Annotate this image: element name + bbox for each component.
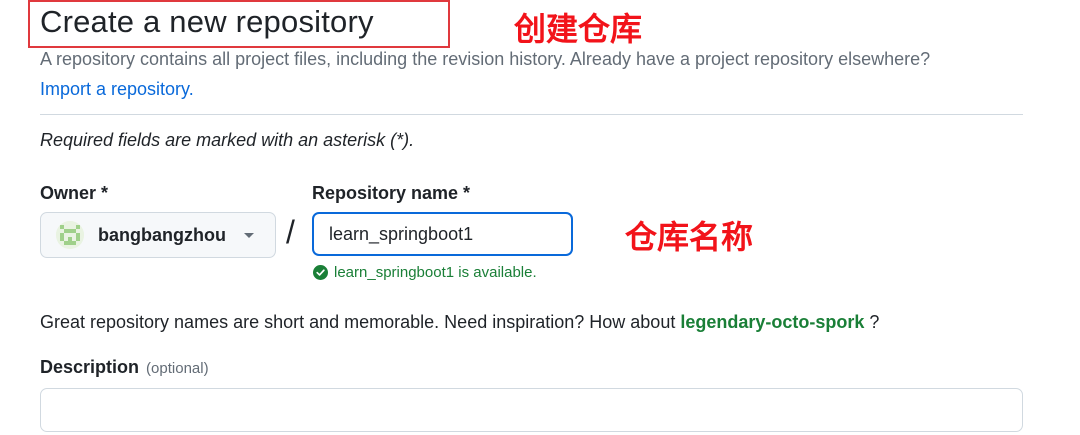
title-annotation: 创建仓库 [514,10,643,48]
intro-description: A repository contains all project files,… [40,49,931,69]
owner-repo-separator: / [286,214,295,250]
availability-status: learn_springboot1 is available. [313,264,537,281]
naming-hint-suffix: ? [869,312,880,332]
import-repository-link[interactable]: Import a repository. [40,79,194,100]
naming-hint-text: Great repository names are short and mem… [40,312,676,332]
repository-name-annotation: 仓库名称 [625,218,754,256]
check-circle-icon [313,265,328,280]
suggested-name-link[interactable]: legendary-octo-spork [680,312,864,332]
availability-text: learn_springboot1 is available. [334,264,537,281]
create-repository-page: Create a new repository 创建仓库 A repositor… [0,0,1080,435]
chevron-down-icon [243,232,254,238]
owner-label: Owner * [40,183,109,203]
required-fields-note: Required fields are marked with an aster… [40,130,415,150]
owner-selected-value: bangbangzhou [98,224,226,245]
description-label: Description [40,357,140,377]
avatar [56,221,84,249]
naming-hint: Great repository names are short and mem… [40,312,879,333]
repository-name-input[interactable] [312,212,573,256]
repository-name-label: Repository name * [312,183,471,203]
optional-tag: (optional) [146,360,209,377]
page-title: Create a new repository [40,4,374,39]
divider [40,114,1023,115]
owner-dropdown[interactable]: bangbangzhou [40,212,276,258]
description-input[interactable] [40,388,1023,432]
description-label-row: Description (optional) [40,357,209,378]
